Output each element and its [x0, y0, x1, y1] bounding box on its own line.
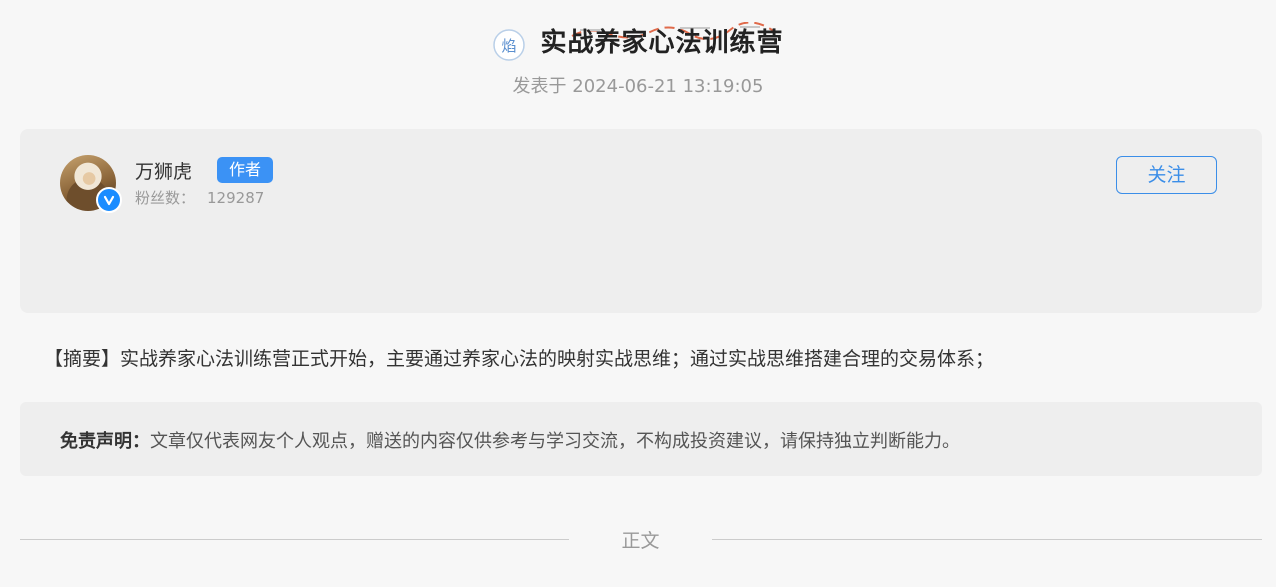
- article-header: 焰 实战养家心法训练营 发表于 2024-06-21 13:19:05: [0, 0, 1276, 110]
- follow-button[interactable]: 关注: [1116, 156, 1217, 194]
- svg-text:焰: 焰: [502, 37, 517, 55]
- post-date: 发表于 2024-06-21 13:19:05: [512, 76, 764, 97]
- page-title: 实战养家心法训练营: [540, 28, 784, 58]
- fans-info: 粉丝数： 129287: [135, 187, 264, 208]
- article-summary: 【摘要】实战养家心法训练营正式开始，主要通过养家心法的映射实战思维；通过实战思维…: [44, 348, 995, 370]
- disclaimer-label: 免责声明：: [60, 431, 150, 452]
- author-name[interactable]: 万狮虎: [135, 157, 192, 184]
- author-badge: 作者: [217, 157, 274, 183]
- disclaimer-text-row: 免责声明：文章仅代表网友个人观点，赠送的内容仅供参考与学习交流，不构成投资建议，…: [60, 427, 960, 453]
- title-row: 焰 实战养家心法训练营: [0, 22, 1276, 61]
- section-label: 正文: [621, 530, 660, 552]
- section-divider-left: [20, 539, 569, 540]
- disclaimer-text: 文章仅代表网友个人观点，赠送的内容仅供参考与学习交流，不构成投资建议，请保持独立…: [150, 431, 960, 452]
- hot-badge-icon: 焰: [493, 28, 526, 61]
- author-card: 万狮虎 作者 粉丝数： 129287 关注: [20, 129, 1262, 313]
- disclaimer-box: 免责声明：文章仅代表网友个人观点，赠送的内容仅供参考与学习交流，不构成投资建议，…: [20, 402, 1262, 476]
- fans-label: 粉丝数：: [135, 189, 196, 207]
- section-divider-right: [712, 539, 1262, 540]
- fans-count: 129287: [207, 189, 265, 207]
- verified-icon: [96, 187, 122, 213]
